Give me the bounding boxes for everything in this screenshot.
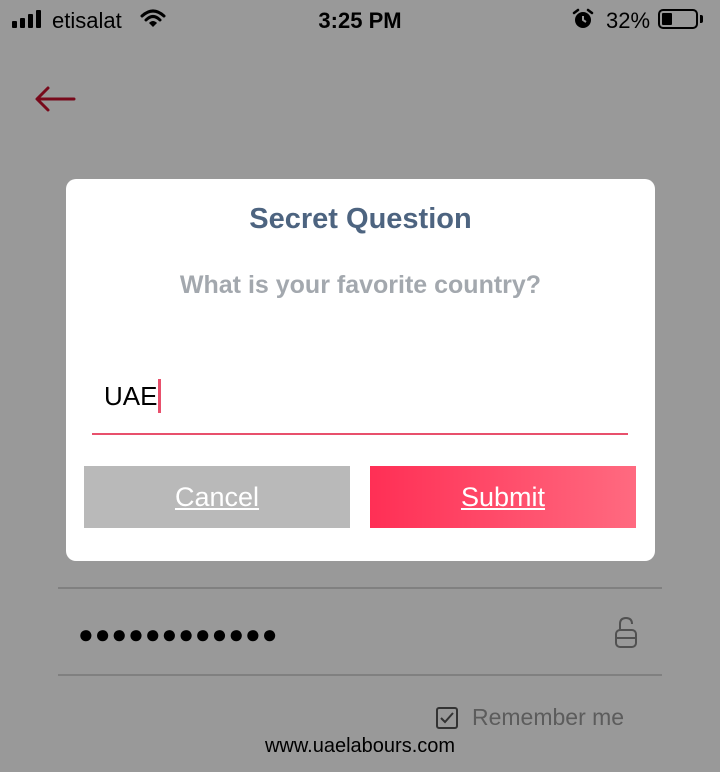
text-caret bbox=[158, 379, 162, 413]
cancel-button[interactable]: Cancel bbox=[84, 466, 350, 528]
submit-button[interactable]: Submit bbox=[370, 466, 636, 528]
watermark: www.uaelabours.com bbox=[264, 735, 456, 757]
dialog-question: What is your favorite country? bbox=[179, 271, 542, 299]
answer-value: UAE bbox=[104, 380, 158, 411]
secret-question-dialog: Secret Question What is your favorite co… bbox=[66, 179, 655, 561]
dialog-title: Secret Question bbox=[249, 203, 472, 235]
answer-input[interactable]: UAE bbox=[92, 369, 628, 435]
